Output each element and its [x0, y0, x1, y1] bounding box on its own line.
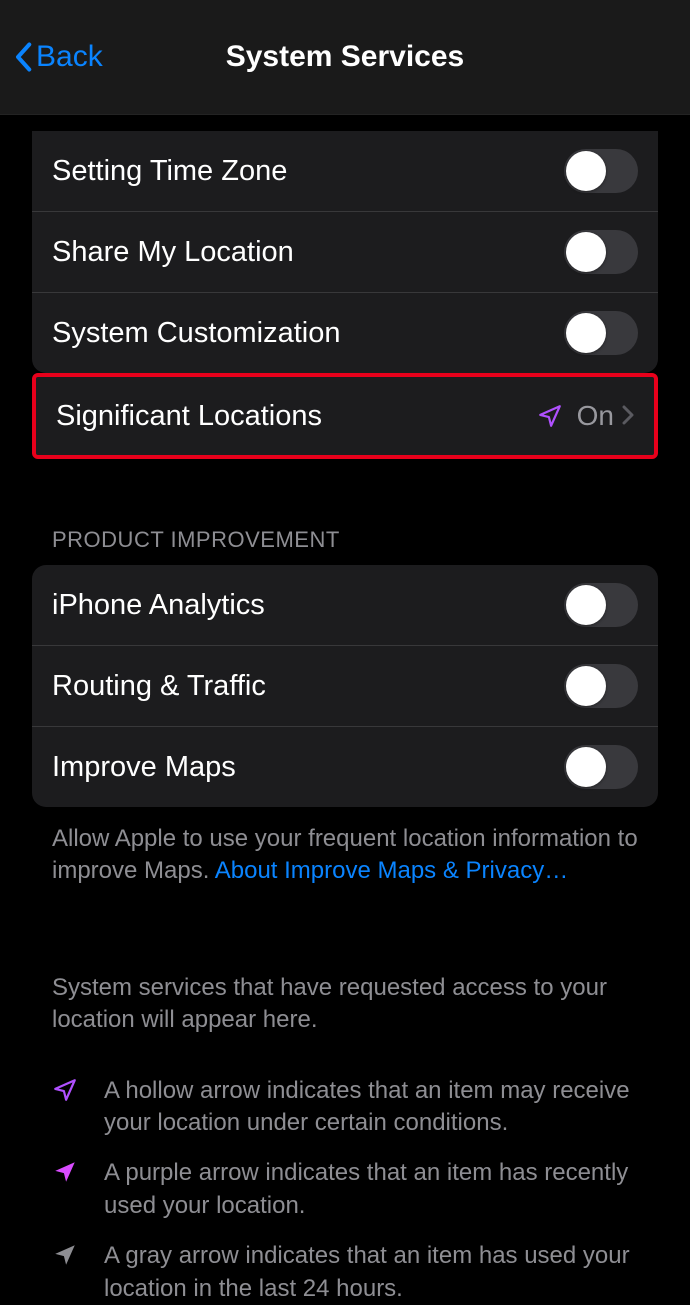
- row-label: iPhone Analytics: [52, 589, 564, 622]
- section-header-product-improvement: PRODUCT IMPROVEMENT: [0, 527, 690, 565]
- row-significant-locations[interactable]: Significant Locations On: [36, 377, 654, 455]
- location-arrow-hollow-icon: [52, 1077, 88, 1103]
- navbar: Back System Services: [0, 0, 690, 115]
- row-significant-locations-highlight: Significant Locations On: [32, 373, 658, 459]
- toggle-setting-time-zone[interactable]: [564, 149, 638, 193]
- toggle-routing-traffic[interactable]: [564, 664, 638, 708]
- back-label: Back: [36, 40, 103, 74]
- row-setting-time-zone[interactable]: Setting Time Zone: [32, 131, 658, 211]
- settings-group-top: Setting Time Zone Share My Location Syst…: [32, 131, 658, 373]
- row-label: Significant Locations: [56, 400, 537, 433]
- row-label: System Customization: [52, 317, 564, 350]
- legend-text: A hollow arrow indicates that an item ma…: [104, 1075, 638, 1140]
- toggle-iphone-analytics[interactable]: [564, 583, 638, 627]
- row-iphone-analytics[interactable]: iPhone Analytics: [32, 565, 658, 645]
- back-button[interactable]: Back: [14, 0, 103, 114]
- legend: A hollow arrow indicates that an item ma…: [0, 1037, 690, 1305]
- footer-text: Allow Apple to use your frequent locatio…: [0, 807, 690, 888]
- legend-text: A purple arrow indicates that an item ha…: [104, 1157, 638, 1222]
- link-improve-maps-privacy[interactable]: About Improve Maps & Privacy…: [215, 857, 568, 884]
- chevron-left-icon: [14, 42, 32, 72]
- row-label: Setting Time Zone: [52, 155, 564, 188]
- row-share-my-location[interactable]: Share My Location: [32, 211, 658, 292]
- significant-status: On: [577, 400, 614, 432]
- row-system-customization[interactable]: System Customization: [32, 292, 658, 373]
- row-label: Share My Location: [52, 236, 564, 269]
- legend-text: A gray arrow indicates that an item has …: [104, 1240, 638, 1305]
- settings-group-product-improvement: iPhone Analytics Routing & Traffic Impro…: [32, 565, 658, 807]
- legend-row-hollow: A hollow arrow indicates that an item ma…: [52, 1075, 638, 1140]
- row-label: Improve Maps: [52, 751, 564, 784]
- toggle-improve-maps[interactable]: [564, 745, 638, 789]
- legend-row-gray: A gray arrow indicates that an item has …: [52, 1240, 638, 1305]
- legend-row-purple: A purple arrow indicates that an item ha…: [52, 1157, 638, 1222]
- chevron-right-icon: [622, 401, 634, 432]
- content: Setting Time Zone Share My Location Syst…: [0, 131, 690, 1305]
- location-arrow-hollow-icon: [537, 403, 563, 429]
- intro-text: System services that have requested acce…: [0, 972, 690, 1037]
- location-arrow-purple-icon: [52, 1159, 88, 1185]
- page-title: System Services: [0, 40, 690, 74]
- toggle-system-customization[interactable]: [564, 311, 638, 355]
- toggle-share-my-location[interactable]: [564, 230, 638, 274]
- row-routing-traffic[interactable]: Routing & Traffic: [32, 645, 658, 726]
- row-improve-maps[interactable]: Improve Maps: [32, 726, 658, 807]
- location-arrow-gray-icon: [52, 1242, 88, 1268]
- row-label: Routing & Traffic: [52, 670, 564, 703]
